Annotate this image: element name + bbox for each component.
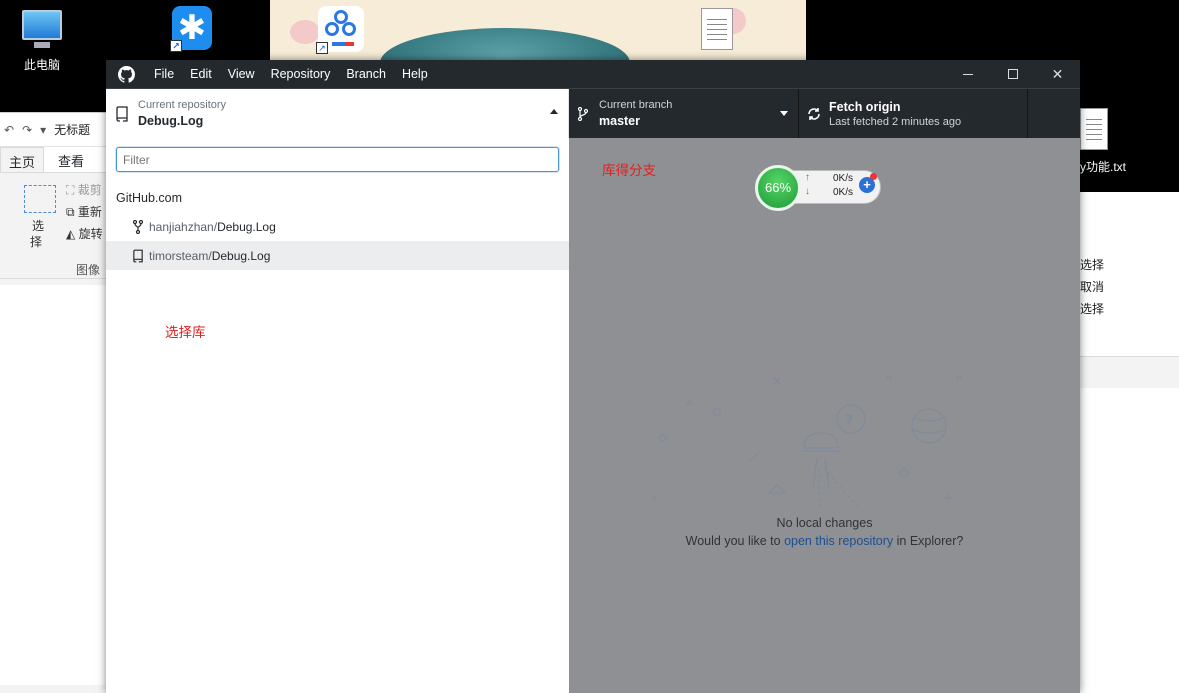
fetch-origin-title: Fetch origin: [829, 100, 901, 114]
tab-view[interactable]: 查看: [50, 147, 92, 172]
desktop-icon-right-file[interactable]: y功能.txt: [1080, 108, 1179, 192]
quick-access-toolbar: ↶ ↷ ▾ 无标题: [0, 113, 106, 147]
paint-canvas[interactable]: [0, 285, 106, 685]
desktop-icon-label: 此电脑: [23, 58, 60, 72]
resize-icon: ⧉: [66, 205, 78, 219]
desktop-icon-text-file[interactable]: [681, 8, 753, 50]
minimize-button[interactable]: [945, 60, 990, 88]
paint-title: 无标题: [54, 123, 91, 137]
fetch-origin-subtitle: Last fetched 2 minutes ago: [829, 116, 962, 128]
ribbon-group-image: 图像: [76, 263, 101, 277]
current-branch-button[interactable]: Current branch master: [569, 89, 799, 139]
repo-icon: [132, 249, 144, 263]
current-repository-value: Debug.Log: [138, 114, 204, 128]
changes-pane: 库得分支 66% ↑ 0K/s ↓ 0K/s + ? No local chan…: [569, 138, 1080, 693]
resize-button[interactable]: ⧉ 重新: [66, 203, 102, 220]
select-label-2[interactable]: 择: [30, 233, 42, 250]
select-all-option[interactable]: 选择: [1080, 256, 1104, 273]
computer-icon: [22, 10, 62, 48]
branch-icon: [577, 106, 589, 124]
upload-speed: 0K/s: [833, 173, 854, 184]
text-file-icon: [1080, 108, 1108, 150]
redo-icon[interactable]: ↷: [22, 123, 32, 137]
empty-state-prompt: Would you like to open this repository i…: [685, 534, 964, 548]
repo-owner: timorsteam/: [149, 248, 212, 263]
filter-input[interactable]: [116, 147, 559, 172]
menu-view[interactable]: View: [220, 60, 263, 88]
empty-state-title: No local changes: [776, 516, 873, 530]
star-app-icon: ✱ ↗: [170, 6, 212, 52]
fetch-origin-button[interactable]: Fetch origin Last fetched 2 minutes ago: [799, 89, 1028, 139]
select-none-option[interactable]: 取消: [1080, 278, 1104, 295]
tab-home[interactable]: 主页: [0, 147, 45, 172]
download-speed: 0K/s: [833, 187, 854, 198]
fork-icon: [132, 219, 144, 234]
desktop-icon-star-app[interactable]: ✱ ↗: [156, 6, 228, 52]
invert-select-option[interactable]: 选择: [1080, 300, 1104, 317]
github-desktop-window: File Edit View Repository Branch Help ✕ …: [106, 60, 1080, 693]
current-branch-label: Current branch: [599, 99, 673, 111]
text-file-icon: [701, 8, 733, 50]
current-repository-label: Current repository: [138, 99, 227, 111]
repo-list-item-selected[interactable]: timorsteam/Debug.Log: [106, 241, 569, 270]
select-icon[interactable]: [24, 185, 56, 213]
repository-list-panel: GitHub.com hanjiahzhan/Debug.Log timorst…: [106, 138, 569, 693]
open-repository-link[interactable]: open this repository: [784, 534, 893, 548]
toolbar: Current repository Debug.Log Current bra…: [106, 88, 1080, 139]
crop-icon: ⛶: [66, 183, 78, 197]
chevron-up-icon: [550, 109, 558, 114]
repo-name: Debug.Log: [217, 219, 276, 234]
chevron-down-icon: [780, 111, 788, 116]
close-button[interactable]: ✕: [1035, 60, 1080, 88]
notification-dot-icon: [870, 173, 877, 180]
rotate-button[interactable]: ◭ 旋转: [66, 225, 103, 242]
paint-window: ↶ ↷ ▾ 无标题 主页 查看 选 择 ⛶ 裁剪 ⧉ 重新 ◭ 旋转 图像: [0, 112, 106, 693]
menu-file[interactable]: File: [146, 60, 182, 88]
title-bar: File Edit View Repository Branch Help ✕: [106, 60, 1080, 88]
select-label[interactable]: 选: [32, 217, 44, 234]
empty-state-illustration-icon: ?: [651, 375, 962, 508]
desktop-icon-computer[interactable]: 此电脑: [6, 10, 78, 73]
repo-owner: hanjiahzhan/: [149, 219, 218, 234]
window-controls: ✕: [945, 60, 1080, 88]
download-arrow-icon: ↓: [805, 186, 810, 197]
baidu-netdisk-icon: ↗: [316, 6, 364, 54]
wallpaper-flower: [380, 28, 630, 60]
repo-name: Debug.Log: [211, 248, 271, 263]
annotation-branches: 库得分支: [602, 163, 656, 179]
dropdown-icon[interactable]: ▾: [40, 123, 46, 137]
current-repository-button[interactable]: Current repository Debug.Log: [106, 89, 569, 139]
ribbon: 选 择 ⛶ 裁剪 ⧉ 重新 ◭ 旋转 图像: [0, 173, 106, 279]
menu-repository[interactable]: Repository: [263, 60, 339, 88]
current-branch-value: master: [599, 114, 640, 128]
repo-list-item[interactable]: hanjiahzhan/Debug.Log: [106, 212, 569, 241]
menu-help[interactable]: Help: [394, 60, 436, 88]
rotate-icon: ◭: [66, 227, 79, 241]
crop-button[interactable]: ⛶ 裁剪: [66, 181, 102, 198]
ribbon-area: 选择 取消 选择: [1080, 192, 1179, 357]
svg-text:?: ?: [845, 413, 853, 429]
maximize-button[interactable]: [990, 60, 1035, 88]
upload-arrow-icon: ↑: [805, 172, 810, 183]
menu-edit[interactable]: Edit: [182, 60, 220, 88]
github-logo-icon: [106, 65, 146, 83]
background-window-right: 选择 取消 选择: [1080, 192, 1179, 693]
annotation-select-repo: 选择库: [165, 325, 206, 341]
repo-icon: [116, 106, 128, 125]
close-icon: ✕: [1051, 65, 1064, 82]
desktop-icon-baidu[interactable]: ↗: [305, 6, 377, 54]
undo-icon[interactable]: ↶: [4, 123, 14, 137]
network-speed-widget[interactable]: 66% ↑ 0K/s ↓ 0K/s +: [755, 165, 881, 211]
maximize-icon: [1007, 69, 1018, 79]
sync-icon: [807, 107, 821, 124]
menu-branch[interactable]: Branch: [338, 60, 394, 88]
group-header-github: GitHub.com: [116, 191, 182, 205]
desktop-icon-label: y功能.txt: [1080, 160, 1127, 174]
ribbon-tabs: 主页 查看: [0, 147, 106, 173]
memory-percent: 66%: [755, 165, 801, 211]
content-area: [1080, 388, 1179, 693]
minimize-icon: [962, 73, 973, 75]
